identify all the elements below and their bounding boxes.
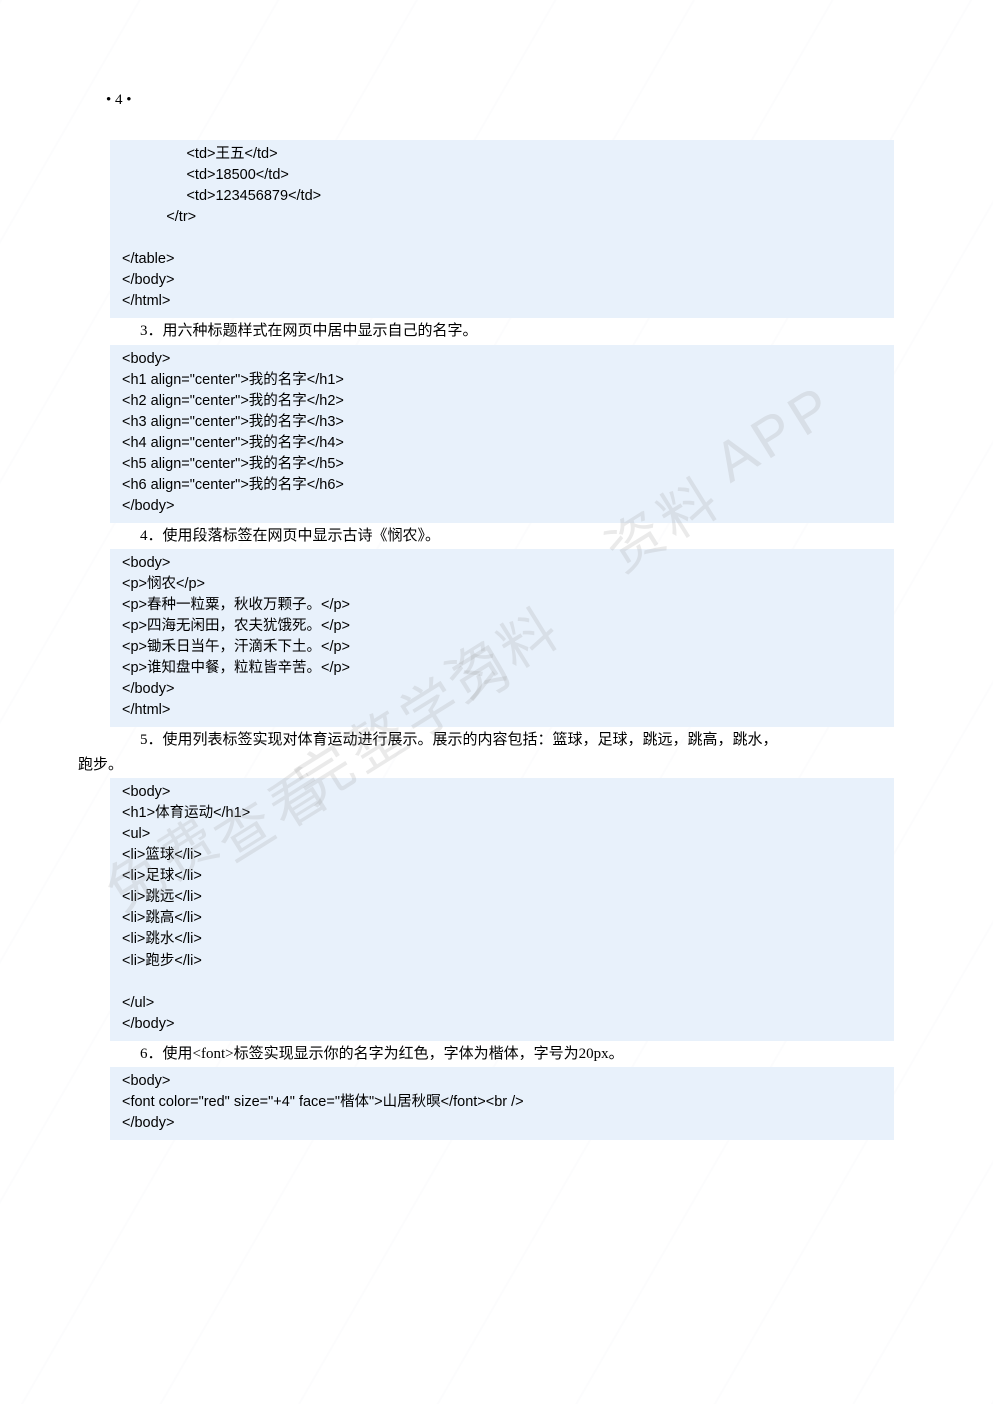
code-line: </body> (122, 1115, 174, 1131)
code-line: </ul> (122, 995, 154, 1011)
document-content: <td>王五</td> <td>18500</td> <td>123456879… (110, 140, 894, 1140)
code-line: <td>王五</td> (122, 146, 278, 162)
question-4: 4．使用段落标签在网页中显示古诗《悯农》。 (110, 525, 894, 548)
code-line: <body> (122, 1073, 170, 1089)
code-line: <body> (122, 784, 170, 800)
code-line: <p>锄禾日当午，汗滴禾下土。</p> (122, 639, 350, 655)
code-line: <p>悯农</p> (122, 576, 205, 592)
code-line: </body> (122, 272, 174, 288)
code-line: <font color="red" size="+4" face="楷体">山居… (122, 1094, 524, 1110)
code-line: </body> (122, 681, 174, 697)
code-line: </table> (122, 251, 174, 267)
code-line: <p>谁知盘中餐，粒粒皆辛苦。</p> (122, 660, 350, 676)
code-line: </body> (122, 498, 174, 514)
code-line: <h4 align="center">我的名字</h4> (122, 435, 344, 451)
question-5-line1: 5．使用列表标签实现对体育运动进行展示。展示的内容包括：篮球，足球，跳远，跳高，… (110, 729, 894, 752)
code-line: <h1 align="center">我的名字</h1> (122, 372, 344, 388)
code-line: <li>篮球</li> (122, 847, 202, 863)
code-line: <h1>体育运动</h1> (122, 805, 250, 821)
code-line: <p>四海无闲田，农夫犹饿死。</p> (122, 618, 350, 634)
code-line: <ul> (122, 826, 150, 842)
question-6: 6．使用<font>标签实现显示你的名字为红色，字体为楷体，字号为20px。 (110, 1043, 894, 1066)
code-line: <li>跳远</li> (122, 889, 202, 905)
page-number: • 4 • (106, 92, 132, 109)
code-line: <li>跑步</li> (122, 953, 202, 969)
code-line: </html> (122, 293, 170, 309)
code-block-4: <body> <h1>体育运动</h1> <ul> <li>篮球</li> <l… (110, 778, 894, 1040)
code-line: <h3 align="center">我的名字</h3> (122, 414, 344, 430)
code-line: <li>跳高</li> (122, 910, 202, 926)
code-line: <body> (122, 351, 170, 367)
code-line: </tr> (122, 209, 196, 225)
code-line: <p>春种一粒粟，秋收万颗子。</p> (122, 597, 350, 613)
code-line: </html> (122, 702, 170, 718)
code-block-2: <body> <h1 align="center">我的名字</h1> <h2 … (110, 345, 894, 523)
code-line: <td>123456879</td> (122, 188, 321, 204)
question-5-line2: 跑步。 (78, 754, 894, 777)
code-line: <li>足球</li> (122, 868, 202, 884)
code-line: <li>跳水</li> (122, 931, 202, 947)
code-block-5: <body> <font color="red" size="+4" face=… (110, 1067, 894, 1140)
question-3: 3．用六种标题样式在网页中居中显示自己的名字。 (110, 320, 894, 343)
code-line: </body> (122, 1016, 174, 1032)
code-block-1: <td>王五</td> <td>18500</td> <td>123456879… (110, 140, 894, 318)
code-line: <h2 align="center">我的名字</h2> (122, 393, 344, 409)
code-block-3: <body> <p>悯农</p> <p>春种一粒粟，秋收万颗子。</p> <p>… (110, 549, 894, 727)
code-line: <td>18500</td> (122, 167, 289, 183)
code-line: <h6 align="center">我的名字</h6> (122, 477, 344, 493)
code-line: <body> (122, 555, 170, 571)
code-line: <h5 align="center">我的名字</h5> (122, 456, 344, 472)
